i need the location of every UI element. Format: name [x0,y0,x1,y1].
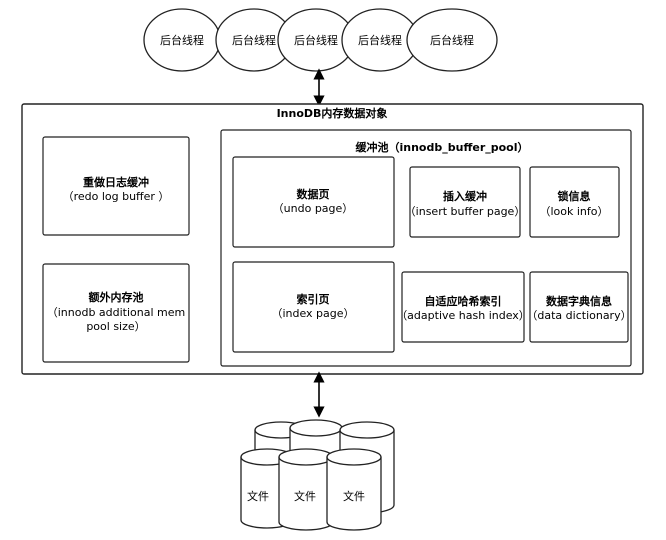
thread-label: 后台线程 [160,33,204,47]
thread-node-5: 后台线程 [406,8,498,72]
file-label: 文件 [247,489,269,503]
additional-mem-line2: （innodb additional mem [47,306,186,319]
thread-label: 后台线程 [232,33,276,47]
data-dict-title: 数据字典信息 [546,294,612,308]
lock-info-box: 锁信息 （look info） [529,166,620,238]
file-storage-group: 文件 文件 文件 [240,419,395,531]
adaptive-hash-title: 自适应哈希索引 [425,294,502,308]
adaptive-hash-index-box: 自适应哈希索引 （adaptive hash index） [396,271,530,343]
file-cylinder-3: 文件 [326,448,382,531]
file-label: 文件 [343,489,365,503]
lock-info-subtitle: （look info） [539,205,608,218]
insert-buffer-box: 插入缓冲 （insert buffer page） [405,166,526,238]
additional-mem-title: 额外内存池 [89,290,144,304]
redo-log-subtitle: （redo log buffer ） [63,190,170,203]
additional-mem-line3: pool size） [86,320,145,333]
thread-label: 后台线程 [430,33,474,47]
background-threads: 后台线程 后台线程 后台线程 后台线程 后台线程 [143,8,498,72]
lock-info-title: 锁信息 [558,189,591,203]
insert-buffer-title: 插入缓冲 [443,189,487,203]
index-page-subtitle: （index page） [271,307,354,320]
data-dictionary-box: 数据字典信息 （data dictionary） [526,271,632,343]
data-page-subtitle: （undo page） [273,202,354,215]
redo-log-title: 重做日志缓冲 [83,175,149,189]
redo-log-buffer-box: 重做日志缓冲 （redo log buffer ） [42,136,190,236]
adaptive-hash-subtitle: （adaptive hash index） [396,309,530,322]
file-label: 文件 [294,489,316,503]
buffer-pool-title: 缓冲池（innodb_buffer_pool） [356,140,529,154]
file-cylinder-2: 文件 [278,448,334,531]
data-dict-subtitle: （data dictionary） [526,309,631,322]
additional-memory-pool-box: 额外内存池 （innodb additional mem pool size） [42,263,190,363]
index-page-title: 索引页 [297,292,330,306]
thread-label: 后台线程 [294,33,338,47]
insert-buffer-subtitle: （insert buffer page） [405,205,526,218]
innodb-architecture-diagram: 后台线程 后台线程 后台线程 后台线程 后台线程 InnoDB内存数据对象 重做… [21,8,644,531]
thread-label: 后台线程 [358,33,402,47]
data-page-title: 数据页 [297,187,330,201]
index-page-box: 索引页 （index page） [232,261,395,353]
innodb-title: InnoDB内存数据对象 [277,106,388,120]
thread-node-1: 后台线程 [143,8,221,72]
data-page-box: 数据页 （undo page） [232,156,395,248]
